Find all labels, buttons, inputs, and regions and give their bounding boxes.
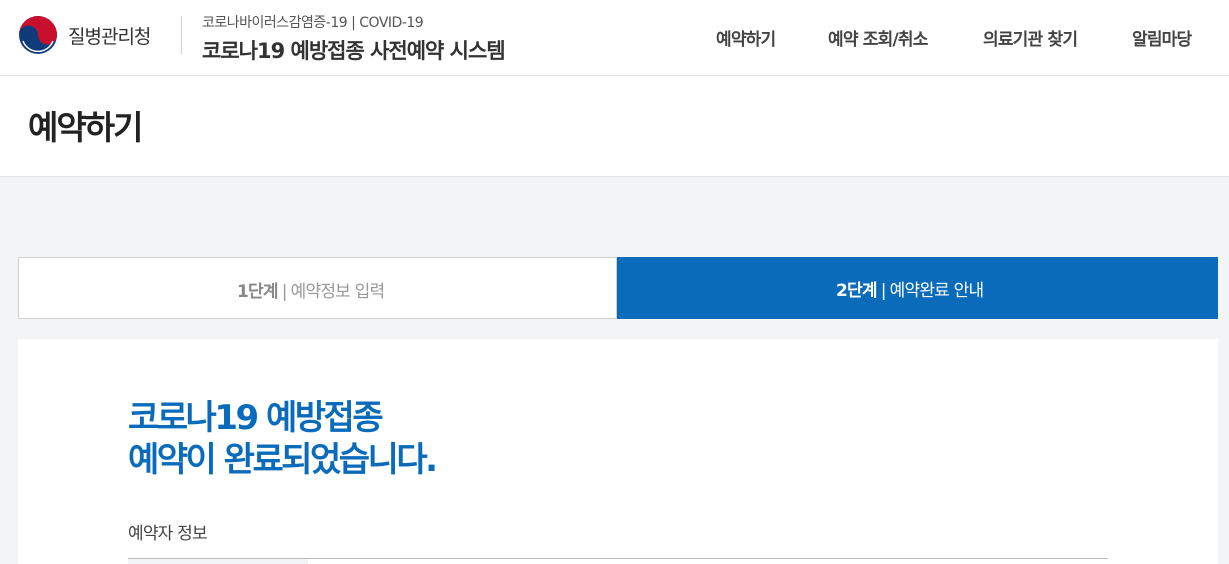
completion-heading-line1: 코로나19 예방접종	[128, 398, 384, 438]
nav-item-notices[interactable]: 알림마당	[1132, 25, 1192, 50]
nav-item-lookup-cancel[interactable]: 예약 조회/취소	[828, 25, 928, 50]
main-nav: 예약하기 예약 조회/취소 의료기관 찾기 알림마당	[0, 25, 1229, 50]
step-1-label: 예약정보 입력	[290, 282, 385, 302]
page-title-bar: 예약하기	[0, 76, 1229, 177]
step-2-number: 2단계	[836, 281, 878, 301]
step-1-tab: 1단계 | 예약정보 입력	[18, 257, 617, 319]
reservation-info-label: 예약자 정보	[128, 524, 208, 544]
step-1-number: 1단계	[237, 282, 279, 302]
site-header: 질병관리청 코로나바이러스감염증-19 | COVID-19 코로나19 예방접…	[0, 0, 1229, 76]
completion-heading-line2: 예약이 완료되었습니다.	[128, 440, 438, 480]
page-title: 예약하기	[28, 108, 143, 147]
nav-item-find-hospital[interactable]: 의료기관 찾기	[983, 25, 1078, 50]
step-2-tab: 2단계 | 예약완료 안내	[617, 257, 1218, 319]
step-2-label: 예약완료 안내	[889, 281, 984, 301]
completion-card: 코로나19 예방접종 예약이 완료되었습니다. 예약자 정보	[18, 339, 1218, 564]
step-2-separator: |	[880, 281, 887, 301]
completion-heading: 코로나19 예방접종 예약이 완료되었습니다.	[128, 397, 438, 481]
step-1-separator: |	[281, 282, 288, 302]
nav-item-reserve[interactable]: 예약하기	[716, 25, 776, 50]
table-header-cell	[128, 559, 308, 564]
